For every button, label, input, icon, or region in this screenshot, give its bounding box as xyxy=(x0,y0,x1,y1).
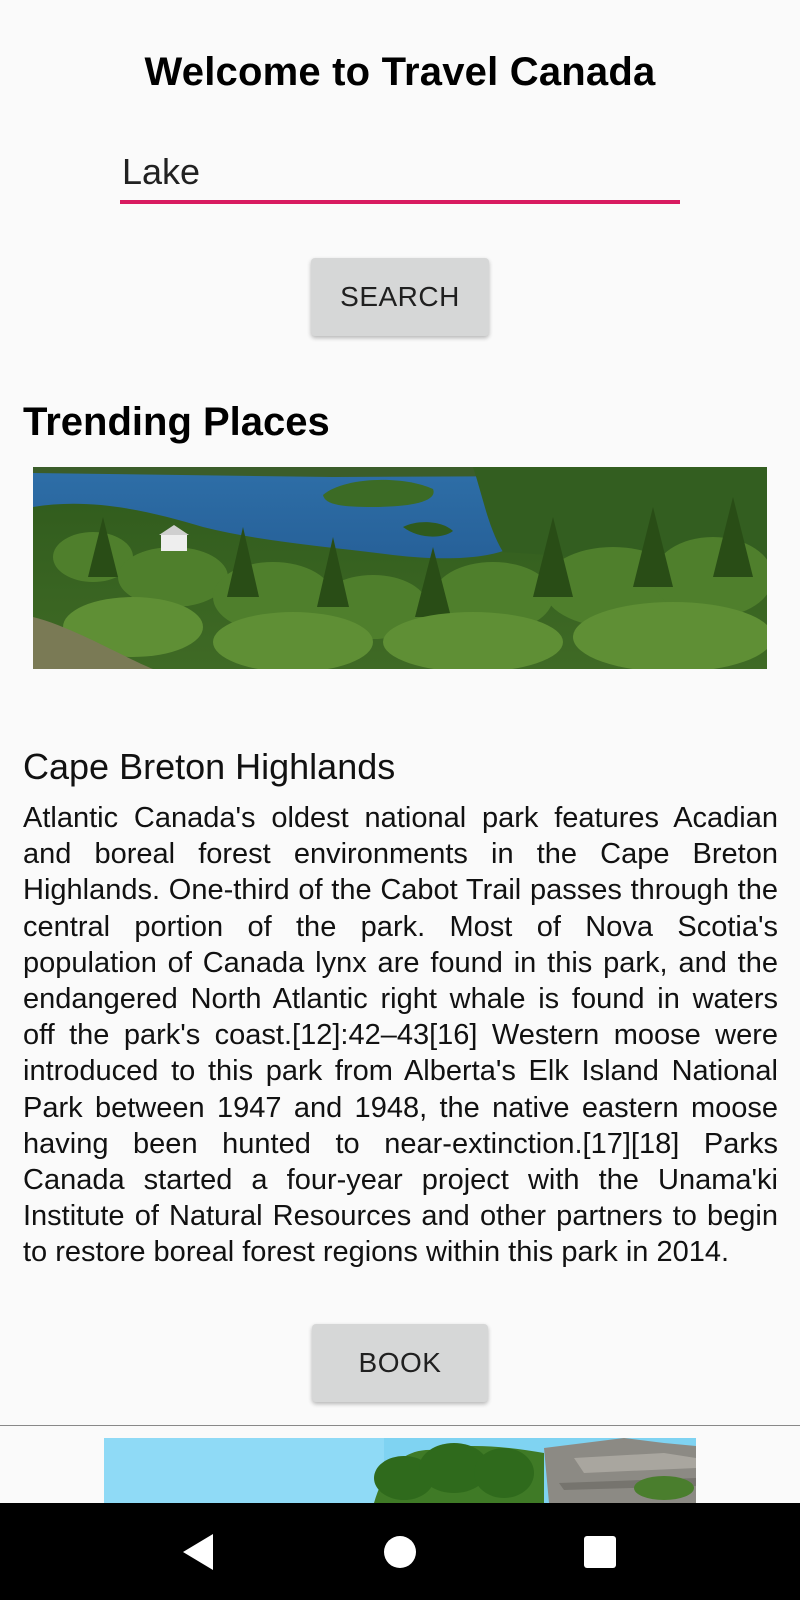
sky-forest-cliff-image xyxy=(104,1438,696,1503)
search-input[interactable] xyxy=(120,144,680,204)
place-photo-cape-breton xyxy=(33,467,767,669)
book-button[interactable]: BOOK xyxy=(312,1324,488,1402)
app-screen: Welcome to Travel Canada SEARCH Trending… xyxy=(0,0,800,1600)
triangle-back-icon[interactable] xyxy=(173,1527,223,1577)
list-divider xyxy=(0,1425,800,1426)
square-recents-icon[interactable] xyxy=(575,1527,625,1577)
system-navigation-bar xyxy=(0,1503,800,1600)
place-name: Cape Breton Highlands xyxy=(23,746,396,787)
lake-forest-landscape-image xyxy=(33,467,767,669)
trending-places-heading: Trending Places xyxy=(23,400,330,444)
place-description: Atlantic Canada's oldest national park f… xyxy=(23,802,778,1269)
circle-home-icon[interactable] xyxy=(375,1527,425,1577)
search-button[interactable]: SEARCH xyxy=(311,258,489,336)
page-title: Welcome to Travel Canada xyxy=(144,50,656,94)
place-photo-next xyxy=(104,1438,696,1503)
